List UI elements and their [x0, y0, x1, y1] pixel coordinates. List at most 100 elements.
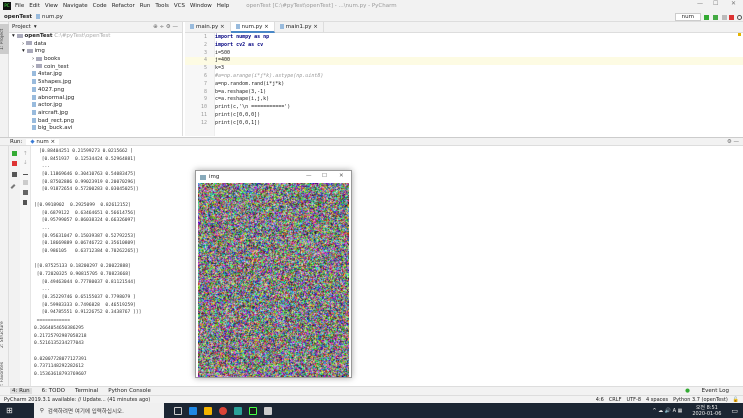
chrome-icon[interactable]	[219, 407, 227, 415]
menu-window[interactable]: Window	[190, 3, 212, 9]
up-arrow-icon[interactable]: ↑	[23, 151, 28, 156]
code-line[interactable]: 9 c=a.reshape(i,j,k)	[185, 96, 743, 104]
caret-position[interactable]: 4:6	[596, 397, 604, 403]
tree-item[interactable]: › coin_test	[9, 64, 182, 72]
tool-tab-run[interactable]: 4: Run	[10, 388, 32, 394]
tree-root[interactable]: ▾ openTest C:\#pyTest\openTest	[9, 33, 182, 41]
search-icon[interactable]	[737, 15, 742, 20]
chevron-down-icon[interactable]: ▾	[34, 24, 37, 30]
menu-edit[interactable]: Edit	[29, 3, 40, 9]
run-tab-num[interactable]: ◆ num ×	[26, 139, 59, 145]
code-line[interactable]: 4 j=400	[185, 57, 743, 65]
project-panel-title[interactable]: Project	[12, 24, 31, 30]
tool-tab-terminal[interactable]: Terminal	[75, 388, 98, 394]
tab-main1-py[interactable]: main1.py ×	[275, 22, 324, 33]
code-line[interactable]: 8 b=a.reshape(3,-1)	[185, 89, 743, 97]
menu-help[interactable]: Help	[217, 3, 230, 9]
run-panel-settings-icon[interactable]: ⚙ —	[727, 139, 739, 145]
menu-file[interactable]: File	[15, 3, 24, 9]
code-line[interactable]: 7 a=np.random.rand(i*j*k)	[185, 81, 743, 89]
tray-icons[interactable]: ^ ☁ 🔊 A ▦	[652, 408, 682, 414]
layout-icon[interactable]	[12, 172, 17, 177]
console-output[interactable]: [0.88404251 0.21599273 0.0215662 ] [0.84…	[31, 146, 743, 386]
coverage-icon[interactable]	[722, 15, 727, 20]
code-line[interactable]: 10 print(c,'\n ===========')	[185, 104, 743, 112]
tree-item[interactable]: 4027.png	[9, 87, 182, 95]
debug-icon[interactable]	[713, 15, 718, 20]
close-button[interactable]: ✕	[339, 173, 344, 179]
menu-code[interactable]: Code	[93, 3, 107, 9]
tree-item[interactable]: bad_rect.png	[9, 118, 182, 126]
file-explorer-icon[interactable]	[204, 407, 212, 415]
notifications-icon[interactable]: ▭	[731, 407, 738, 415]
tree-item[interactable]: abnormal.jpg	[9, 95, 182, 103]
indent-setting[interactable]: 4 spaces	[646, 397, 668, 403]
menu-run[interactable]: Run	[140, 3, 151, 9]
code-line[interactable]: 3 i=500	[185, 50, 743, 58]
project-tool-tab[interactable]: 1: Project	[0, 24, 9, 54]
tool-tab-todo[interactable]: 6: TODO	[42, 388, 65, 394]
breadcrumb-file[interactable]: num.py	[42, 14, 63, 20]
edge-icon[interactable]	[189, 407, 197, 415]
minimize-button[interactable]: —	[697, 0, 703, 7]
code-line[interactable]: 6 #a=np.arange(i*j*k).astype(np.uint8)	[185, 73, 743, 81]
menu-refactor[interactable]: Refactor	[112, 3, 135, 9]
app-icon[interactable]	[264, 407, 272, 415]
tree-item[interactable]: aircraft.jpg	[9, 110, 182, 118]
tree-item[interactable]: › data	[9, 41, 182, 49]
stop-icon[interactable]	[729, 15, 734, 20]
breadcrumb-project[interactable]: openTest	[4, 14, 32, 20]
panel-tools-icons[interactable]: ⊕ ÷ ⚙ —	[153, 24, 178, 30]
app-icon[interactable]	[234, 407, 242, 415]
code-line[interactable]: 11 print(c[0,0,0])	[185, 112, 743, 120]
event-log-button[interactable]: ● Event Log	[685, 388, 739, 394]
tool-tab-python-console[interactable]: Python Console	[108, 388, 151, 394]
image-window-titlebar[interactable]: img — ☐ ✕	[196, 171, 351, 183]
trash-icon[interactable]	[23, 200, 27, 205]
structure-tool-tab[interactable]: 2: Structure	[0, 317, 9, 353]
tree-item[interactable]: › books	[9, 56, 182, 64]
windows-start-icon[interactable]: ⊞	[6, 406, 13, 415]
tree-item[interactable]: 4star.jpg	[9, 71, 182, 79]
tree-item[interactable]: actor.jpg	[9, 102, 182, 110]
stop-icon[interactable]	[12, 161, 17, 166]
tab-main-py[interactable]: main.py ×	[185, 22, 231, 33]
run-icon[interactable]	[704, 15, 709, 20]
clock[interactable]: 오전 8:51 2020-01-06	[692, 405, 721, 417]
soft-wrap-icon[interactable]	[23, 170, 28, 175]
tree-item[interactable]: ▾ img	[9, 48, 182, 56]
maximize-button[interactable]: ☐	[713, 0, 718, 7]
console-line	[34, 194, 743, 202]
line-separator[interactable]: CRLF	[609, 397, 622, 403]
menu-tools[interactable]: Tools	[155, 3, 169, 9]
minimize-button[interactable]: —	[306, 173, 312, 179]
scroll-to-end-icon[interactable]	[23, 180, 28, 185]
code-editor[interactable]: 1 import numpy as np 2 import cv2 as cv 3 i=5…	[185, 33, 743, 136]
code-line[interactable]: 12 print(c[0,0,1])	[185, 120, 743, 128]
python-interpreter[interactable]: Python 3.7 (openTest)	[673, 397, 728, 403]
status-message[interactable]: PyCharm 2019.3.1 available: // Update...…	[4, 397, 150, 403]
file-encoding[interactable]: UTF-8	[626, 397, 641, 403]
pycharm-taskbar-icon[interactable]	[249, 407, 257, 415]
image-window[interactable]: img — ☐ ✕	[195, 170, 352, 378]
task-view-icon[interactable]	[174, 407, 182, 415]
menu-view[interactable]: View	[45, 3, 58, 9]
lock-icon[interactable]: 🔓	[733, 397, 739, 403]
close-button[interactable]: ✕	[731, 0, 736, 7]
rerun-icon[interactable]	[12, 151, 17, 156]
menu-vcs[interactable]: VCS	[174, 3, 185, 9]
maximize-button[interactable]: ☐	[322, 173, 327, 179]
menu-navigate[interactable]: Navigate	[63, 3, 88, 9]
taskbar-search[interactable]: ⚲ 검색하려면 여기에 입력하십시오.	[34, 403, 164, 418]
code-line[interactable]: 1 import numpy as np	[185, 34, 743, 42]
down-arrow-icon[interactable]: ↓	[23, 160, 28, 165]
tree-item[interactable]: big_buck.avi	[9, 125, 182, 133]
code-line[interactable]: 5 k=3	[185, 65, 743, 73]
pin-icon[interactable]	[11, 184, 16, 189]
tab-num-py[interactable]: num.py ×	[231, 22, 275, 33]
tree-item[interactable]: 5shapes.jpg	[9, 79, 182, 87]
navigation-bar: openTest num.py num	[0, 12, 743, 22]
code-line[interactable]: 2 import cv2 as cv	[185, 42, 743, 50]
print-icon[interactable]	[23, 190, 28, 195]
run-config-select[interactable]: num	[675, 13, 701, 21]
